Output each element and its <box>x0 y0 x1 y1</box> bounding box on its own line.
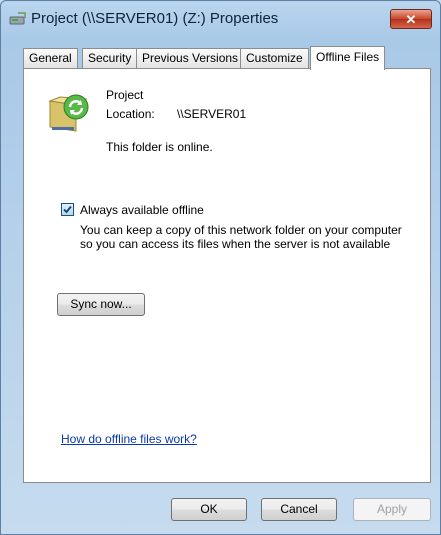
checkmark-icon <box>63 205 72 214</box>
tab-previous-versions[interactable]: Previous Versions <box>136 48 245 68</box>
tab-general[interactable]: General <box>23 48 78 68</box>
always-available-description-line2: so you can access its files when the ser… <box>80 237 391 251</box>
close-button[interactable]: ✕ <box>390 9 432 29</box>
properties-window: Project (\\SERVER01) (Z:) Properties ✕ G… <box>0 0 441 535</box>
always-available-label[interactable]: Always available offline <box>80 203 204 217</box>
sync-now-button[interactable]: Sync now... <box>57 293 145 316</box>
tab-security[interactable]: Security <box>82 48 138 68</box>
location-label: Location: <box>106 107 155 121</box>
always-available-checkbox[interactable] <box>61 203 74 216</box>
close-icon: ✕ <box>405 11 417 27</box>
cancel-button[interactable]: Cancel <box>261 498 337 521</box>
window-title: Project (\\SERVER01) (Z:) Properties <box>31 10 279 27</box>
network-drive-icon <box>9 12 26 25</box>
tab-customize[interactable]: Customize <box>240 48 309 68</box>
folder-name: Project <box>106 88 144 102</box>
folder-status: This folder is online. <box>106 140 213 154</box>
ok-button[interactable]: OK <box>171 498 247 521</box>
always-available-description-line1: You can keep a copy of this network fold… <box>80 223 402 237</box>
tab-offline-files[interactable]: Offline Files <box>310 46 386 70</box>
location-value: \\SERVER01 <box>177 107 247 121</box>
help-link[interactable]: How do offline files work? <box>61 432 197 446</box>
title-bar[interactable]: Project (\\SERVER01) (Z:) Properties ✕ <box>1 1 440 35</box>
sync-folder-icon <box>48 94 89 132</box>
offline-files-panel: Project Location: \\SERVER01 This folder… <box>23 68 431 483</box>
apply-button[interactable]: Apply <box>353 498 431 521</box>
